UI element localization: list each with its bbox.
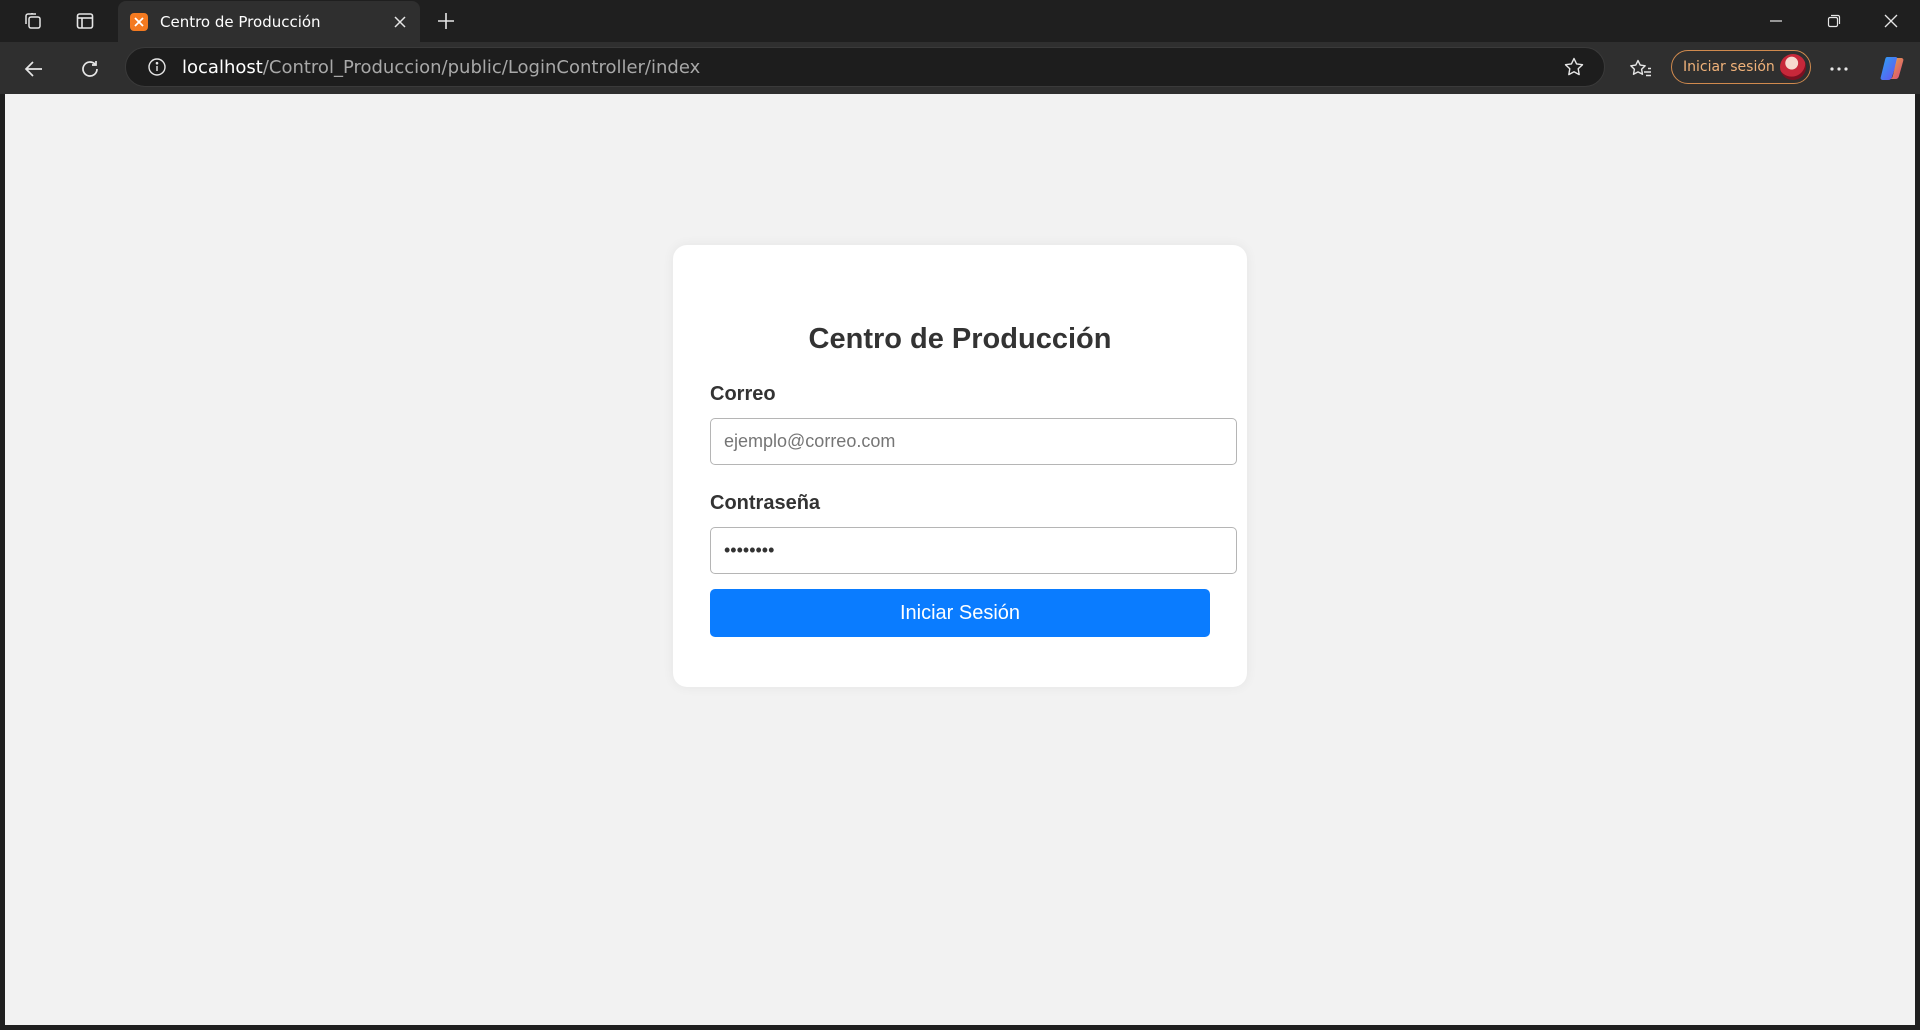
login-submit-button[interactable]: Iniciar Sesión — [710, 589, 1210, 637]
url-path: /Control_Produccion/public/LoginControll… — [262, 56, 701, 78]
signin-label: Iniciar sesión — [1683, 59, 1775, 75]
star-icon[interactable] — [1558, 51, 1590, 83]
address-bar[interactable]: localhost/Control_Produccion/public/Logi… — [125, 47, 1605, 87]
close-tab-icon[interactable] — [386, 8, 414, 36]
tab-strip: Centro de Producción — [0, 0, 1920, 42]
page-viewport: Centro de Producción Correo Contraseña I… — [5, 94, 1915, 1025]
back-arrow-icon[interactable] — [16, 51, 52, 87]
password-field[interactable] — [710, 527, 1237, 574]
xampp-icon — [130, 12, 148, 31]
browser-toolbar: localhost/Control_Produccion/public/Logi… — [0, 42, 1920, 94]
favorites-icon[interactable] — [1623, 51, 1659, 87]
new-tab-plus-icon[interactable] — [428, 5, 464, 37]
workspaces-icon[interactable] — [12, 5, 54, 37]
info-icon[interactable] — [144, 54, 170, 80]
refresh-icon[interactable] — [72, 51, 108, 87]
restore-icon[interactable] — [1805, 0, 1863, 42]
email-label: Correo — [710, 383, 776, 405]
login-card: Centro de Producción Correo Contraseña I… — [673, 245, 1247, 687]
signin-button[interactable]: Iniciar sesión — [1671, 50, 1811, 84]
close-window-icon[interactable] — [1862, 0, 1920, 42]
url-text[interactable]: localhost/Control_Produccion/public/Logi… — [182, 57, 1558, 78]
minimize-icon[interactable] — [1747, 0, 1805, 42]
password-label: Contraseña — [710, 492, 821, 514]
page-title: Centro de Producción — [808, 323, 1112, 355]
email-field[interactable] — [710, 418, 1237, 465]
tab-actions-icon[interactable] — [64, 5, 106, 37]
copilot-icon[interactable] — [1876, 52, 1908, 84]
more-icon[interactable] — [1821, 51, 1857, 87]
avatar — [1780, 54, 1806, 80]
tab-title: Centro de Producción — [160, 12, 321, 31]
url-host: localhost — [182, 56, 263, 78]
active-tab[interactable]: Centro de Producción — [118, 1, 420, 42]
